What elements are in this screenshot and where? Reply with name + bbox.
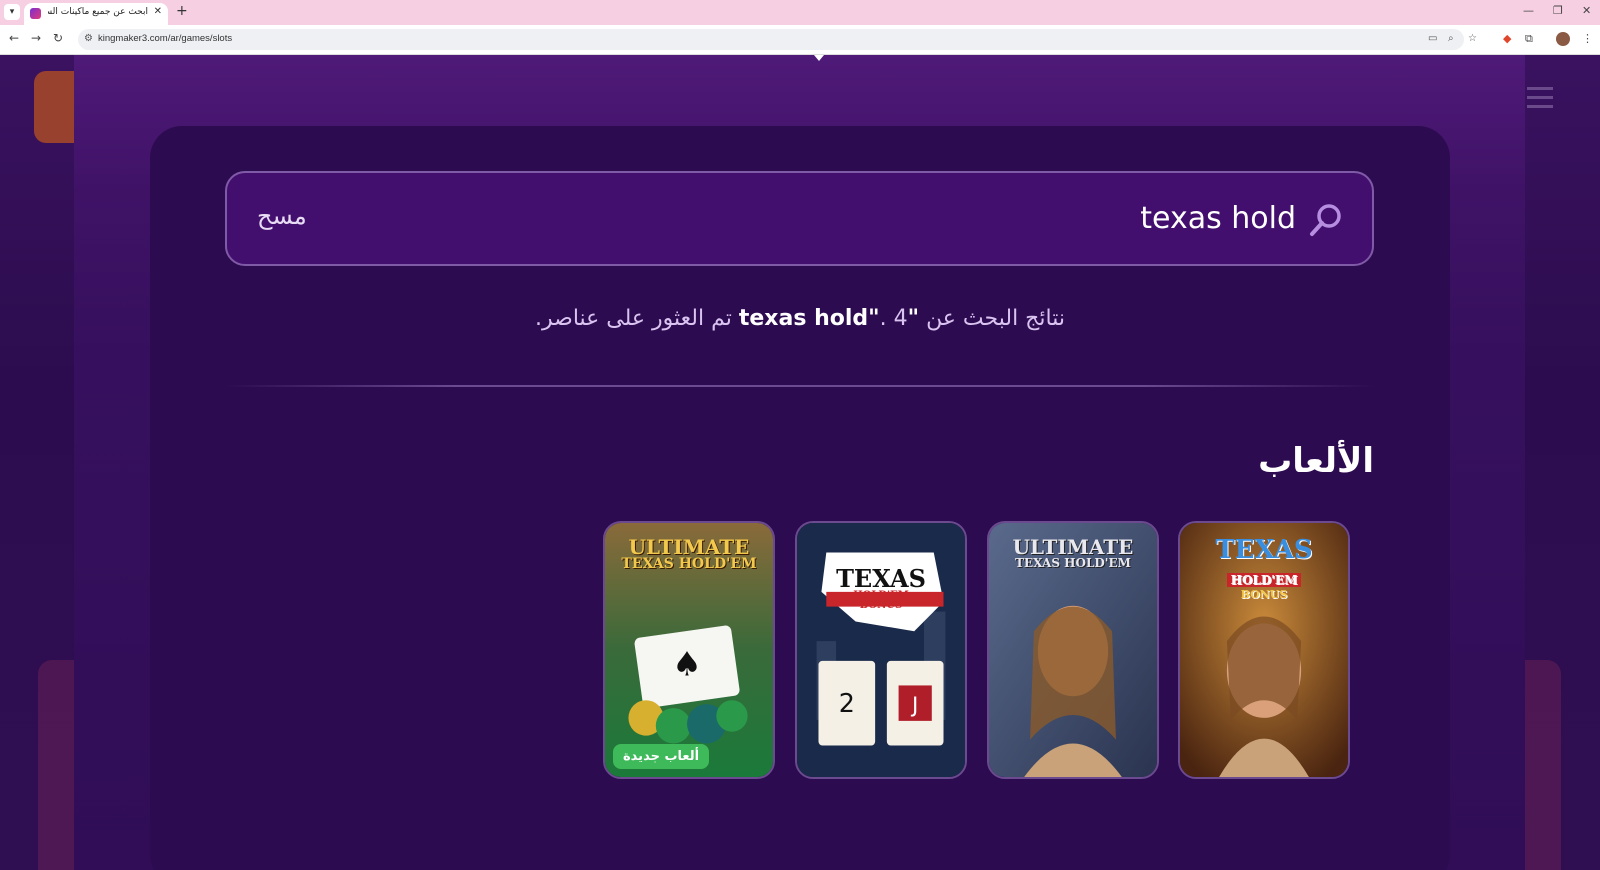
background-page-left bbox=[0, 55, 74, 870]
background-game-tile bbox=[38, 660, 74, 870]
profile-avatar[interactable] bbox=[1556, 32, 1570, 46]
game-card-ultimate-texas-holdem-live[interactable]: ULTIMATE TEXAS HOLD'EM bbox=[987, 521, 1159, 779]
browser-toolbar: ← → ↻ ⚙ kingmaker3.com/ar/games/slots ▭ … bbox=[0, 25, 1600, 55]
restore-icon[interactable]: ❐ bbox=[1553, 4, 1563, 17]
site-info-icon[interactable]: ⚙ bbox=[84, 33, 93, 44]
game-logo-line1: ULTIMATE bbox=[1012, 535, 1134, 559]
game-card-ultimate-texas-holdem[interactable]: ♠ ULTIMATE TEXAS HOLD'EM ألعاب جديدة bbox=[603, 521, 775, 779]
background-page-right bbox=[1525, 55, 1600, 870]
game-card-texas-holdem-bonus[interactable]: TEXAS HOLD'EM BONUS bbox=[1178, 521, 1350, 779]
game-logo-line3: BONUS bbox=[859, 600, 903, 611]
address-bar[interactable]: ⚙ kingmaker3.com/ar/games/slots ▭ ⌕ ☆ bbox=[78, 29, 1477, 50]
search-modal: مسح نتائج البحث عن "texas hold". 4 تم ال… bbox=[74, 55, 1525, 870]
zoom-icon[interactable]: ⌕ bbox=[1448, 33, 1454, 44]
svg-text:J: J bbox=[910, 693, 918, 718]
game-logo-line3: BONUS bbox=[1240, 588, 1288, 601]
modal-pointer bbox=[814, 55, 824, 61]
search-icon[interactable] bbox=[1306, 201, 1346, 241]
back-icon[interactable]: ← bbox=[9, 31, 19, 45]
clear-search-button[interactable]: مسح bbox=[257, 202, 307, 230]
tab-search-button[interactable]: ▾ bbox=[4, 4, 20, 20]
new-games-badge: ألعاب جديدة bbox=[613, 744, 710, 769]
window-close-icon[interactable]: ✕ bbox=[1582, 4, 1591, 17]
minimize-icon[interactable]: — bbox=[1523, 4, 1534, 17]
results-prefix: نتائج البحث عن bbox=[926, 306, 1065, 331]
search-panel: مسح نتائج البحث عن "texas hold". 4 تم ال… bbox=[150, 126, 1450, 870]
background-game-tile bbox=[1525, 660, 1561, 870]
games-section-title: الألعاب bbox=[1258, 441, 1374, 481]
game-card-texas-holdem-bonus-cards[interactable]: 2 J TEXAS HOLD'EM BONUS bbox=[795, 521, 967, 779]
tab-title: ابحث عن جميع ماكينات السلوتس bbox=[48, 7, 148, 17]
search-input[interactable] bbox=[596, 197, 1296, 239]
search-results-summary: نتائج البحث عن "texas hold". 4 تم العثور… bbox=[150, 306, 1450, 331]
browser-tab-bar: ▾ ابحث عن جميع ماكينات السلوتس ✕ + — ❐ ✕ bbox=[0, 0, 1600, 25]
browser-tab[interactable]: ابحث عن جميع ماكينات السلوتس ✕ bbox=[24, 3, 168, 25]
browser-menu-icon[interactable]: ⋮ bbox=[1582, 32, 1593, 45]
site-favicon-icon bbox=[30, 8, 41, 19]
extensions-puzzle-icon[interactable]: ⧉ bbox=[1525, 32, 1533, 46]
install-app-icon[interactable]: ▭ bbox=[1428, 33, 1437, 44]
forward-icon[interactable]: → bbox=[31, 31, 41, 45]
svg-text:♠: ♠ bbox=[672, 644, 702, 683]
svg-text:2: 2 bbox=[839, 689, 855, 719]
game-logo-line2: TEXAS HOLD'EM bbox=[621, 556, 757, 572]
games-grid: TEXAS HOLD'EM BONUS ULTIMATE TEXAS HOLD'… bbox=[150, 521, 1450, 781]
game-thumbnail: 2 J bbox=[797, 523, 965, 777]
url-text[interactable]: kingmaker3.com/ar/games/slots bbox=[98, 33, 232, 44]
game-logo-line1: TEXAS bbox=[836, 564, 926, 593]
bookmark-star-icon[interactable]: ☆ bbox=[1468, 33, 1477, 44]
new-tab-button[interactable]: + bbox=[176, 4, 188, 18]
hamburger-menu-icon bbox=[1527, 87, 1553, 90]
game-logo-line2: HOLD'EM bbox=[1226, 573, 1302, 587]
game-logo-line1: TEXAS bbox=[1215, 535, 1313, 565]
tab-close-icon[interactable]: ✕ bbox=[154, 6, 162, 17]
divider bbox=[225, 385, 1374, 387]
page-viewport: مسح نتائج البحث عن "texas hold". 4 تم ال… bbox=[0, 55, 1600, 870]
background-button bbox=[34, 71, 74, 143]
extension-icon[interactable]: ◆ bbox=[1503, 32, 1511, 45]
reload-icon[interactable]: ↻ bbox=[53, 31, 63, 45]
game-logo-line1: ULTIMATE bbox=[628, 535, 750, 559]
search-box: مسح bbox=[225, 171, 1374, 266]
